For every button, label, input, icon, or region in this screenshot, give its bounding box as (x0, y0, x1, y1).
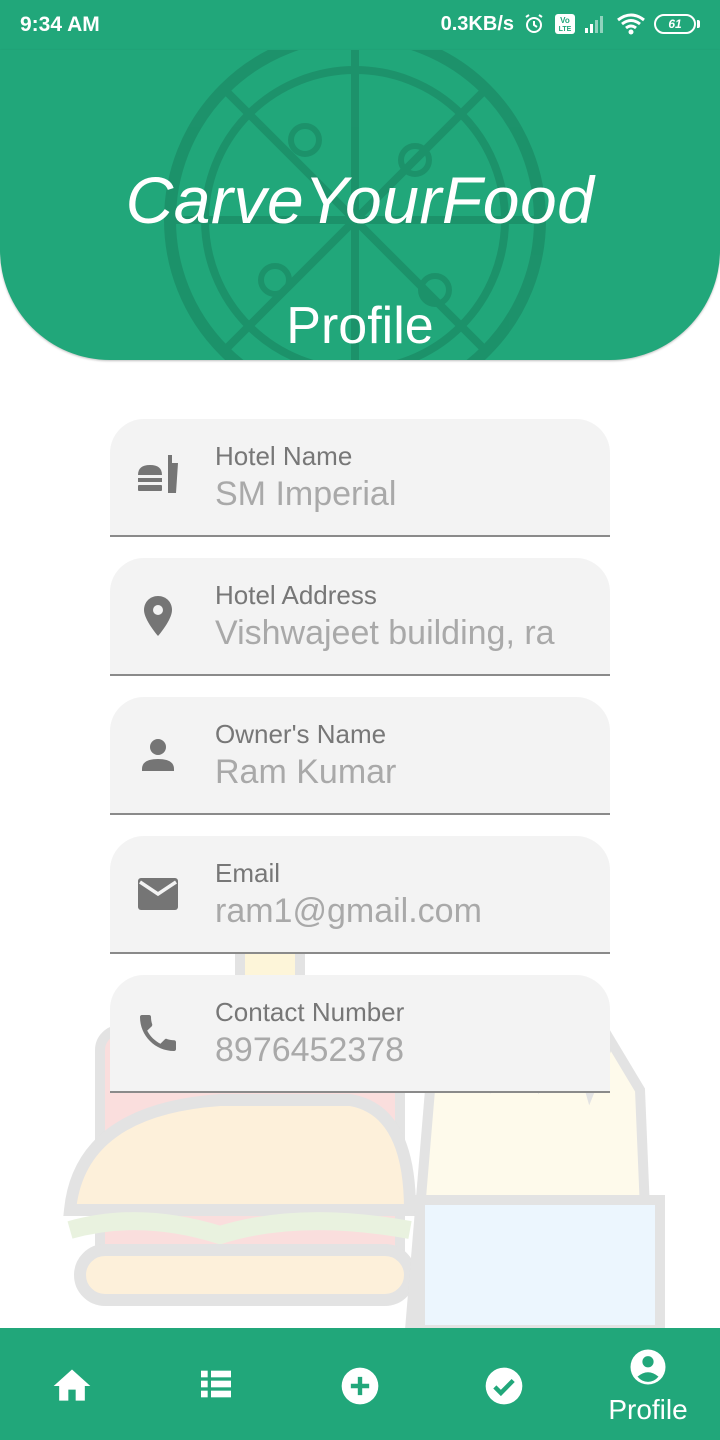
nav-add[interactable] (288, 1328, 432, 1440)
list-icon (201, 1370, 231, 1398)
hotel-name-value[interactable]: SM Imperial (215, 475, 580, 514)
owner-name-field[interactable]: Owner's Name Ram Kumar (110, 697, 610, 815)
nav-home[interactable] (0, 1328, 144, 1440)
check-circle-icon (485, 1367, 523, 1405)
fastfood-icon (138, 455, 178, 493)
nav-profile-label: Profile (608, 1394, 688, 1425)
signal-icon (584, 14, 608, 34)
contact-number-field[interactable]: Contact Number 8976452378 (110, 975, 610, 1093)
home-icon (53, 1369, 91, 1401)
account-circle-icon (630, 1349, 666, 1385)
email-field[interactable]: Email ram1@gmail.com (110, 836, 610, 954)
alarm-icon (522, 12, 546, 36)
status-icons: 0.3KB/s Vo LTE 61 (441, 12, 700, 36)
owner-name-value[interactable]: Ram Kumar (215, 753, 580, 792)
wifi-icon (616, 13, 646, 35)
hotel-name-field[interactable]: Hotel Name SM Imperial (110, 419, 610, 537)
hotel-address-value[interactable]: Vishwajeet building, ra (215, 614, 580, 653)
person-icon (142, 739, 174, 771)
mail-icon (138, 878, 178, 910)
battery-icon: 61 (654, 14, 700, 34)
svg-text:Vo: Vo (560, 16, 570, 25)
header: CarveYourFood Profile (0, 50, 720, 360)
contact-number-value[interactable]: 8976452378 (215, 1031, 580, 1070)
nav-check[interactable] (432, 1328, 576, 1440)
owner-name-label: Owner's Name (215, 719, 387, 749)
network-speed: 0.3KB/s (440, 12, 514, 35)
location-pin-icon (144, 596, 172, 636)
email-label: Email (215, 858, 281, 888)
battery-level: 61 (654, 14, 696, 34)
nav-list[interactable] (144, 1328, 288, 1440)
svg-text:LTE: LTE (559, 26, 572, 33)
bottom-navigation: Profile (0, 1328, 720, 1440)
contact-number-label: Contact Number (215, 997, 405, 1027)
hotel-name-label: Hotel Name (215, 441, 353, 471)
app-title: CarveYourFood (125, 163, 595, 237)
phone-icon (140, 1015, 176, 1051)
hotel-address-field[interactable]: Hotel Address Vishwajeet building, ra (110, 558, 610, 676)
volte-icon: Vo LTE (554, 13, 576, 35)
page-title: Profile (286, 297, 434, 355)
email-value[interactable]: ram1@gmail.com (215, 892, 580, 931)
hotel-address-label: Hotel Address (215, 580, 377, 610)
add-circle-icon (341, 1367, 379, 1405)
nav-profile[interactable]: Profile (576, 1328, 720, 1440)
status-time: 9:34 AM (20, 13, 100, 36)
status-bar: 9:34 AM 0.3KB/s Vo LTE 61 (0, 0, 720, 50)
